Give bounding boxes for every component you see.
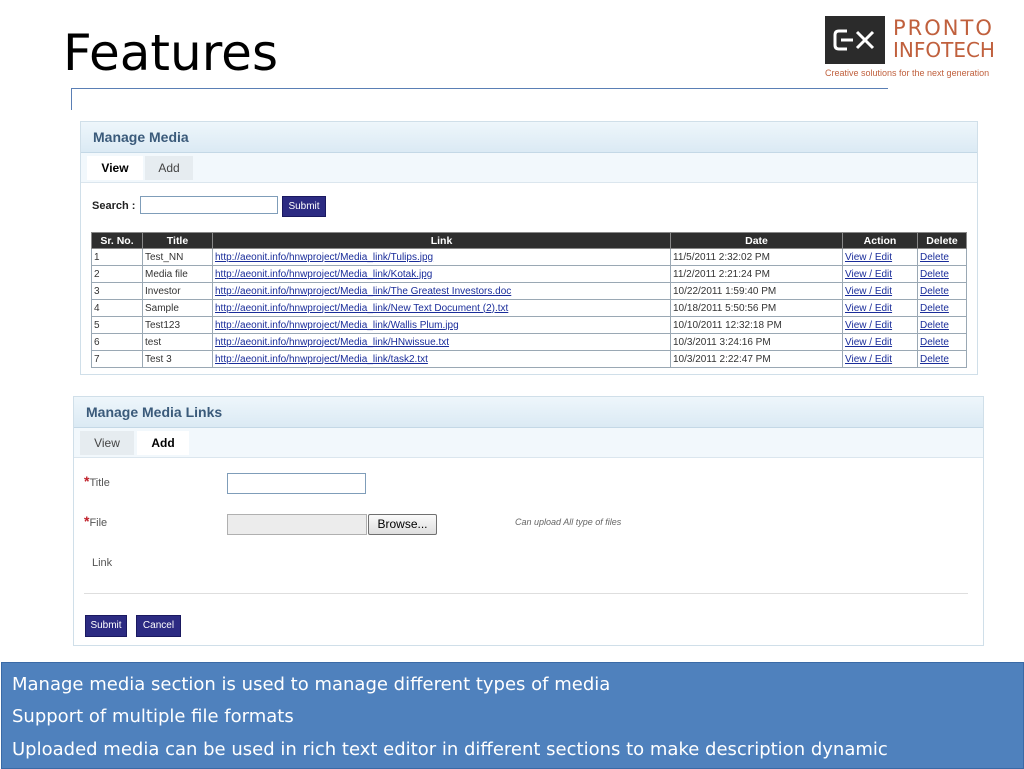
delete-link[interactable]: Delete	[917, 350, 967, 368]
tab-view[interactable]: View	[87, 156, 143, 180]
title-rule	[71, 88, 888, 89]
cell-date: 10/3/2011 3:24:16 PM	[670, 333, 843, 351]
view-edit-link[interactable]: View / Edit	[842, 299, 918, 317]
tab-add[interactable]: Add	[145, 156, 193, 180]
view-edit-link[interactable]: View / Edit	[842, 248, 918, 266]
browse-button[interactable]: Browse...	[368, 514, 437, 535]
table-row: 6 test http://aeonit.info/hnwproject/Media…	[91, 333, 967, 351]
cell-date: 10/3/2011 2:22:47 PM	[670, 350, 843, 368]
delete-link[interactable]: Delete	[917, 248, 967, 266]
col-header-sr-no: Sr. No.	[91, 232, 143, 249]
cell-sr-no: 4	[91, 299, 143, 317]
cell-sr-no: 1	[91, 248, 143, 266]
col-header-delete: Delete	[917, 232, 967, 249]
delete-link[interactable]: Delete	[917, 333, 967, 351]
manage-media-tabbar: View Add	[81, 153, 977, 183]
media-links-panel: Manage Media Links View Add *Title *File…	[73, 396, 984, 646]
logo-mark-icon	[825, 16, 885, 64]
cell-date: 11/5/2011 2:32:02 PM	[670, 248, 843, 266]
title-field-label: *Title	[84, 473, 110, 489]
media-link[interactable]: http://aeonit.info/hnwproject/Media_link…	[215, 320, 459, 331]
cell-sr-no: 2	[91, 265, 143, 283]
bullet-item: Manage media section is used to manage d…	[12, 674, 611, 695]
media-links-header: Manage Media Links	[74, 397, 983, 428]
slide-title: Features	[63, 24, 278, 82]
cell-sr-no: 3	[91, 282, 143, 300]
cell-link[interactable]: http://aeonit.info/hnwproject/Media_link…	[212, 316, 671, 334]
cell-title: Test123	[142, 316, 213, 334]
view-edit-link[interactable]: View / Edit	[842, 265, 918, 283]
manage-media-panel: Manage Media View Add Search : Submit Sr…	[80, 121, 978, 375]
table-row: 7 Test 3 http://aeonit.info/hnwproject/Med…	[91, 350, 967, 368]
logo-text-line2: INFOTECH	[893, 38, 995, 62]
col-header-link: Link	[212, 232, 671, 249]
cell-sr-no: 5	[91, 316, 143, 334]
link-field-label: Link	[92, 557, 113, 569]
delete-link[interactable]: Delete	[917, 265, 967, 283]
form-cancel-button[interactable]: Cancel	[136, 615, 181, 637]
search-label: Search :	[92, 200, 136, 212]
cell-title: Test_NN	[142, 248, 213, 266]
form-separator	[84, 593, 968, 594]
cell-date: 10/18/2011 5:50:56 PM	[670, 299, 843, 317]
title-rule-vertical	[71, 88, 72, 110]
table-row: 3 Investor http://aeonit.info/hnwproject/M…	[91, 282, 967, 300]
cell-title: Media file	[142, 265, 213, 283]
col-header-date: Date	[670, 232, 843, 249]
media-table-header: Sr. No. Title Link Date Action Delete	[91, 232, 967, 249]
search-input[interactable]	[140, 196, 278, 214]
tab-add[interactable]: Add	[137, 431, 189, 455]
search-submit-button[interactable]: Submit	[282, 196, 326, 217]
cell-link[interactable]: http://aeonit.info/hnwproject/Media_link…	[212, 333, 671, 351]
upload-hint: Can upload All type of files	[515, 517, 622, 527]
media-link[interactable]: http://aeonit.info/hnwproject/Media_link…	[215, 337, 449, 348]
form-submit-button[interactable]: Submit	[85, 615, 127, 637]
bullet-item: Uploaded media can be used in rich text …	[12, 739, 888, 760]
media-links-tabbar: View Add	[74, 428, 983, 458]
table-row: 2 Media file http://aeonit.info/hnwproject…	[91, 265, 967, 283]
delete-link[interactable]: Delete	[917, 316, 967, 334]
cell-title: Sample	[142, 299, 213, 317]
logo-text-line1: PRONTO	[893, 16, 994, 40]
media-link[interactable]: http://aeonit.info/hnwproject/Media_link…	[215, 252, 433, 263]
file-field-label: *File	[84, 513, 108, 529]
media-link[interactable]: http://aeonit.info/hnwproject/Media_link…	[215, 269, 432, 280]
delete-link[interactable]: Delete	[917, 282, 967, 300]
cell-date: 11/2/2011 2:21:24 PM	[670, 265, 843, 283]
title-input[interactable]	[227, 473, 366, 494]
view-edit-link[interactable]: View / Edit	[842, 282, 918, 300]
cell-title: Investor	[142, 282, 213, 300]
view-edit-link[interactable]: View / Edit	[842, 333, 918, 351]
file-input[interactable]	[227, 514, 367, 535]
media-link[interactable]: http://aeonit.info/hnwproject/Media_link…	[215, 354, 428, 365]
logo-tagline: Creative solutions for the next generati…	[825, 68, 990, 78]
cell-sr-no: 7	[91, 350, 143, 368]
col-header-title: Title	[142, 232, 213, 249]
view-edit-link[interactable]: View / Edit	[842, 350, 918, 368]
cell-link[interactable]: http://aeonit.info/hnwproject/Media_link…	[212, 282, 671, 300]
table-row: 5 Test123 http://aeonit.info/hnwproject/Me…	[91, 316, 967, 334]
tab-view[interactable]: View	[80, 431, 134, 455]
cell-sr-no: 6	[91, 333, 143, 351]
company-logo: PRONTO INFOTECH Creative solutions for t…	[825, 16, 1005, 78]
cell-title: test	[142, 333, 213, 351]
table-row: 4 Sample http://aeonit.info/hnwproject/Med…	[91, 299, 967, 317]
bullet-item: Support of multiple file formats	[12, 706, 294, 727]
delete-link[interactable]: Delete	[917, 299, 967, 317]
view-edit-link[interactable]: View / Edit	[842, 316, 918, 334]
cell-link[interactable]: http://aeonit.info/hnwproject/Media_link…	[212, 248, 671, 266]
features-bullet-box: Manage media section is used to manage d…	[1, 662, 1024, 769]
cell-date: 10/22/2011 1:59:40 PM	[670, 282, 843, 300]
media-link[interactable]: http://aeonit.info/hnwproject/Media_link…	[215, 303, 508, 314]
media-link[interactable]: http://aeonit.info/hnwproject/Media_link…	[215, 286, 511, 297]
table-row: 1 Test_NN http://aeonit.info/hnwproject/Me…	[91, 248, 967, 266]
cell-link[interactable]: http://aeonit.info/hnwproject/Media_link…	[212, 265, 671, 283]
manage-media-header: Manage Media	[81, 122, 977, 153]
media-table: Sr. No. Title Link Date Action Delete 1T…	[91, 232, 967, 368]
cell-link[interactable]: http://aeonit.info/hnwproject/Media_link…	[212, 350, 671, 368]
cell-link[interactable]: http://aeonit.info/hnwproject/Media_link…	[212, 299, 671, 317]
col-header-action: Action	[842, 232, 918, 249]
cell-date: 10/10/2011 12:32:18 PM	[670, 316, 843, 334]
cell-title: Test 3	[142, 350, 213, 368]
